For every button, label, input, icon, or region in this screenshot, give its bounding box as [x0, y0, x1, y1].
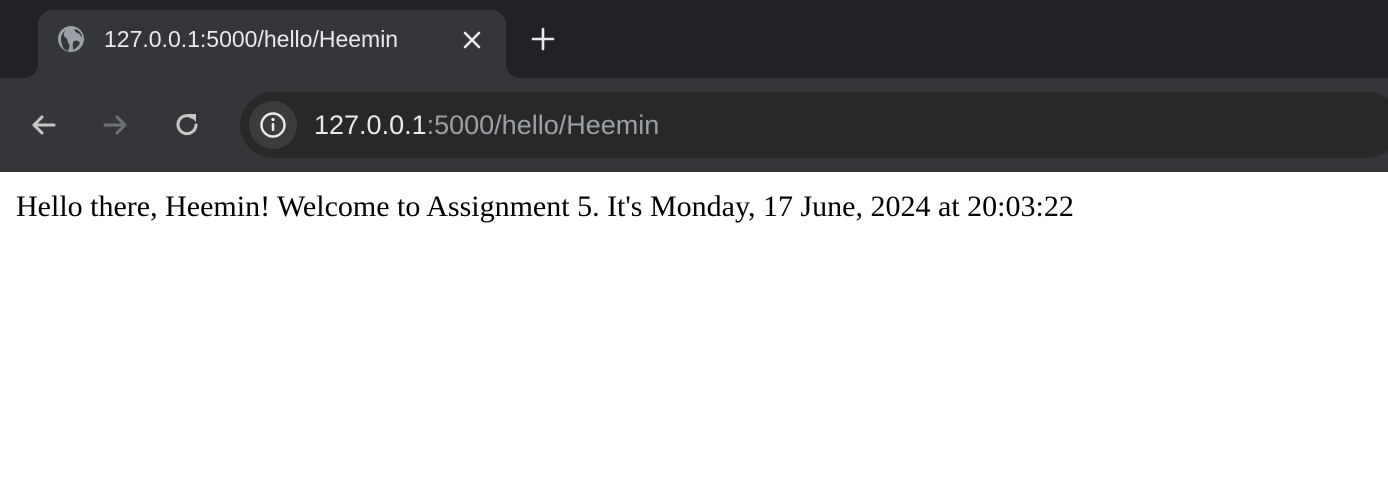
url-host: 127.0.0.1	[314, 110, 427, 140]
greeting-text: Hello there, Heemin! Welcome to Assignme…	[16, 190, 1074, 223]
forward-button[interactable]	[98, 108, 132, 142]
info-icon	[260, 112, 286, 138]
tab-strip: 127.0.0.1:5000/hello/Heemin	[0, 0, 1388, 78]
address-bar[interactable]: 127.0.0.1:5000/hello/Heemin	[240, 92, 1388, 158]
reload-button[interactable]	[170, 108, 204, 142]
url-text[interactable]: 127.0.0.1:5000/hello/Heemin	[314, 109, 659, 141]
active-tab[interactable]: 127.0.0.1:5000/hello/Heemin	[24, 10, 520, 78]
close-icon[interactable]	[458, 26, 486, 54]
browser-toolbar: 127.0.0.1:5000/hello/Heemin	[0, 78, 1388, 172]
back-button[interactable]	[27, 108, 61, 142]
page-content: Hello there, Heemin! Welcome to Assignme…	[0, 172, 1388, 504]
new-tab-button[interactable]	[528, 24, 558, 54]
globe-icon	[58, 26, 84, 52]
url-path: :5000/hello/Heemin	[426, 110, 660, 140]
site-info-button[interactable]	[249, 101, 297, 149]
tab-title: 127.0.0.1:5000/hello/Heemin	[104, 26, 399, 52]
